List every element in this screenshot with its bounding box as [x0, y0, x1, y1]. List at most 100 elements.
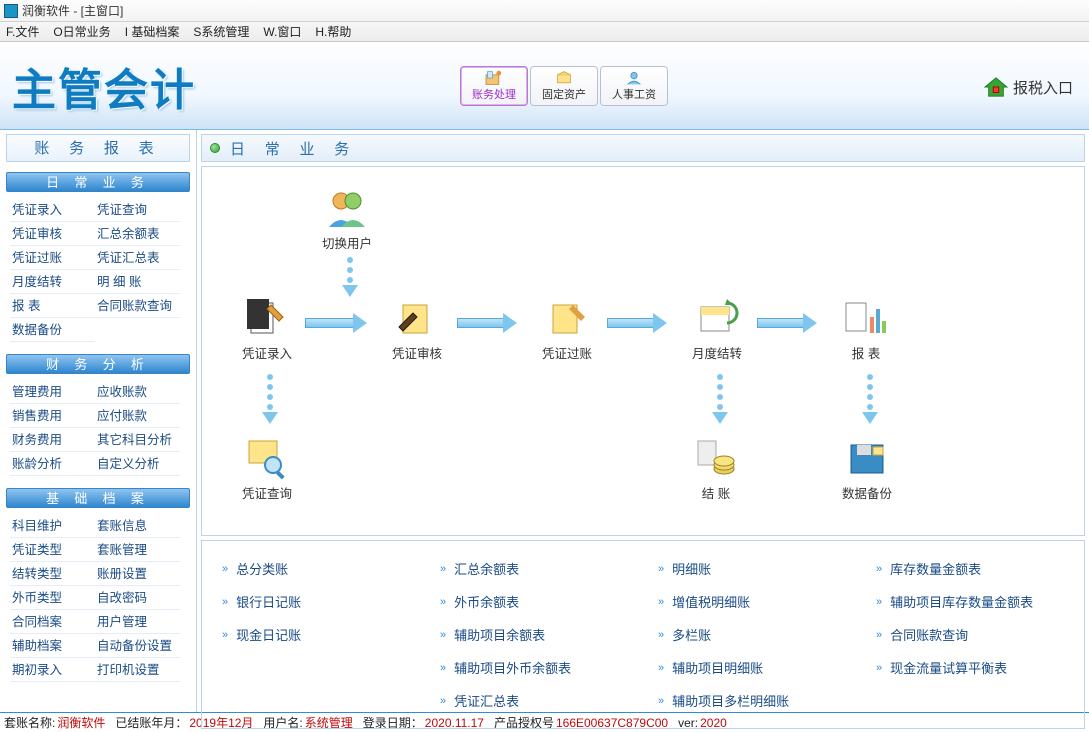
chevron-right-icon: »: [440, 695, 446, 707]
grid-link[interactable]: »合同账款查询: [876, 625, 1064, 644]
link-user-mgmt[interactable]: 用户管理: [95, 610, 180, 634]
link-sales-exp[interactable]: 销售费用: [10, 404, 95, 428]
workspace-title: 日 常 业 务: [230, 138, 357, 159]
link-fx-type[interactable]: 外币类型: [10, 586, 95, 610]
window-title: 润衡软件 - [主窗口]: [22, 2, 123, 19]
grid-link[interactable]: »辅助项目明细账: [658, 658, 846, 677]
node-backup[interactable]: 数据备份: [842, 437, 892, 502]
node-entry[interactable]: 凭证录入: [242, 297, 292, 362]
arrow-down-icon: [342, 255, 358, 297]
status-acct-label: 套账名称:: [4, 714, 55, 731]
node-report[interactable]: 报 表: [842, 297, 890, 362]
tab-payroll[interactable]: 人事工资: [600, 66, 668, 106]
chevron-right-icon: »: [440, 662, 446, 674]
node-label: 结 账: [702, 483, 730, 502]
switch-user-icon: [323, 187, 371, 229]
link-auto-backup[interactable]: 自动备份设置: [95, 634, 180, 658]
grid-link[interactable]: »外币余额表: [440, 592, 628, 611]
status-closed-label: 已结账年月：: [115, 714, 187, 731]
node-audit[interactable]: 凭证审核: [392, 297, 442, 362]
link-audit[interactable]: 凭证审核: [10, 222, 95, 246]
title-bar: 润衡软件 - [主窗口]: [0, 0, 1089, 22]
menu-help[interactable]: H.帮助: [315, 23, 351, 40]
grid-link[interactable]: »凭证汇总表: [440, 691, 628, 710]
entry-icon: [243, 297, 291, 339]
link-post[interactable]: 凭证过账: [10, 246, 95, 270]
link-month-end[interactable]: 月度结转: [10, 270, 95, 294]
link-backup[interactable]: 数据备份: [10, 318, 95, 342]
grid-link[interactable]: »辅助项目库存数量金额表: [876, 592, 1064, 611]
link-detail-ledger[interactable]: 明 细 账: [95, 270, 180, 294]
backup-icon: [843, 437, 891, 479]
link-summary-balance[interactable]: 汇总余额表: [95, 222, 180, 246]
grid-link[interactable]: »辅助项目多栏明细账: [658, 691, 846, 710]
node-post[interactable]: 凭证过账: [542, 297, 592, 362]
tab-accounting[interactable]: 账务处理: [460, 66, 528, 106]
node-month-end[interactable]: 月度结转: [692, 297, 742, 362]
header-bullet-icon: [210, 143, 220, 153]
link-report[interactable]: 报 表: [10, 294, 95, 318]
report-icon: [842, 297, 890, 339]
link-ap[interactable]: 应付账款: [95, 404, 180, 428]
grid-link[interactable]: »汇总余额表: [440, 559, 628, 578]
node-closing[interactable]: 结 账: [692, 437, 740, 502]
menu-window[interactable]: W.窗口: [263, 23, 301, 40]
link-book-set[interactable]: 账册设置: [95, 562, 180, 586]
arrow-icon: [457, 315, 517, 331]
node-label: 数据备份: [842, 483, 892, 502]
menu-system[interactable]: S系统管理: [193, 23, 249, 40]
link-aux-file[interactable]: 辅助档案: [10, 634, 95, 658]
chevron-right-icon: »: [876, 629, 882, 641]
grid-link[interactable]: »银行日记账: [222, 592, 410, 611]
link-acctset-info[interactable]: 套账信息: [95, 514, 180, 538]
arrow-icon: [305, 315, 367, 331]
node-label: 凭证审核: [392, 343, 442, 362]
grid-link[interactable]: »多栏账: [658, 625, 846, 644]
link-voucher-type[interactable]: 凭证类型: [10, 538, 95, 562]
link-voucher-summary[interactable]: 凭证汇总表: [95, 246, 180, 270]
link-opening[interactable]: 期初录入: [10, 658, 95, 682]
node-switch-user[interactable]: 切换用户: [322, 187, 372, 252]
sidebar-group-analysis: 财 务 分 析 管理费用应收账款 销售费用应付账款 财务费用其它科目分析 账龄分…: [6, 354, 190, 482]
link-custom-analysis[interactable]: 自定义分析: [95, 452, 180, 476]
link-contract-file[interactable]: 合同档案: [10, 610, 95, 634]
link-carryover-type[interactable]: 结转类型: [10, 562, 95, 586]
grid-link[interactable]: »明细账: [658, 559, 846, 578]
grid-link[interactable]: »库存数量金额表: [876, 559, 1064, 578]
tax-entry-button[interactable]: 报税入口: [983, 76, 1073, 98]
link-acctset-mgmt[interactable]: 套账管理: [95, 538, 180, 562]
grid-link[interactable]: »现金日记账: [222, 625, 410, 644]
chevron-right-icon: »: [222, 563, 228, 575]
menu-file[interactable]: F.文件: [6, 23, 39, 40]
node-query[interactable]: 凭证查询: [242, 437, 292, 502]
link-entry[interactable]: 凭证录入: [10, 198, 95, 222]
link-contract-query[interactable]: 合同账款查询: [95, 294, 180, 318]
node-label: 报 表: [852, 343, 880, 362]
link-aging[interactable]: 账龄分析: [10, 452, 95, 476]
link-change-pwd[interactable]: 自改密码: [95, 586, 180, 610]
grid-link[interactable]: »总分类账: [222, 559, 410, 578]
grid-link[interactable]: »辅助项目外币余额表: [440, 658, 628, 677]
link-printer-set[interactable]: 打印机设置: [95, 658, 180, 682]
arrow-down-icon: [262, 372, 278, 424]
accounting-icon: [484, 70, 504, 86]
link-fin-exp[interactable]: 财务费用: [10, 428, 95, 452]
grid-link[interactable]: »辅助项目余额表: [440, 625, 628, 644]
link-ar[interactable]: 应收账款: [95, 380, 180, 404]
link-mgmt-exp[interactable]: 管理费用: [10, 380, 95, 404]
app-logo-text: 主管会计: [12, 54, 196, 118]
tab-fixed-assets[interactable]: 固定资产: [530, 66, 598, 106]
chevron-right-icon: »: [658, 563, 664, 575]
link-query[interactable]: 凭证查询: [95, 198, 180, 222]
node-label: 凭证查询: [242, 483, 292, 502]
grid-link[interactable]: »现金流量试算平衡表: [876, 658, 1064, 677]
menu-basic[interactable]: I 基础档案: [125, 23, 180, 40]
chevron-right-icon: »: [876, 662, 882, 674]
link-subject[interactable]: 科目维护: [10, 514, 95, 538]
flowchart: 切换用户 凭证录入 凭证审核 凭证过账 月度结转 报 表: [201, 166, 1085, 536]
menu-daily[interactable]: O日常业务: [53, 23, 110, 40]
node-label: 凭证录入: [242, 343, 292, 362]
month-end-icon: [693, 297, 741, 339]
grid-link[interactable]: »增值税明细账: [658, 592, 846, 611]
link-other-subj[interactable]: 其它科目分析: [95, 428, 180, 452]
